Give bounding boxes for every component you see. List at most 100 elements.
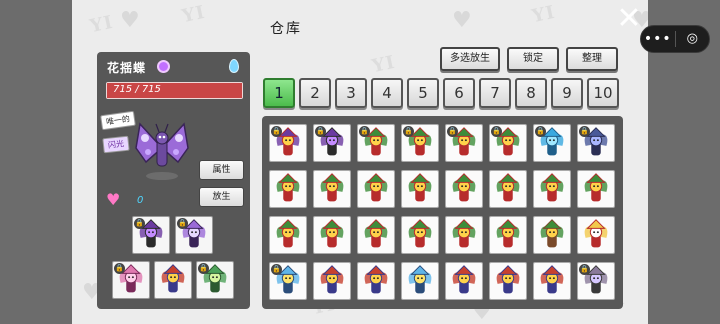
- shiny-badge: 闪光: [102, 135, 130, 154]
- storage-cell[interactable]: [269, 170, 307, 208]
- elf-sprite: [540, 219, 564, 248]
- storage-cell[interactable]: 🔒: [489, 124, 527, 162]
- fox-sprite: [452, 265, 476, 294]
- storage-cell[interactable]: [269, 216, 307, 254]
- storage-cell[interactable]: [489, 262, 527, 300]
- lock-icon: 🔒: [271, 264, 282, 275]
- target-icon[interactable]: ◎: [676, 25, 710, 53]
- lock-icon: 🔒: [579, 126, 590, 137]
- hatgreen-sprite: [452, 219, 476, 248]
- team-slot[interactable]: 🔒: [196, 261, 234, 299]
- hp-bar: 715 / 715: [106, 82, 243, 99]
- storage-cell[interactable]: 🔒: [269, 262, 307, 300]
- hatgreen-sprite: [364, 219, 388, 248]
- fox-sprite: [540, 265, 564, 294]
- lock-icon: 🔒: [359, 126, 370, 137]
- storage-cell[interactable]: 🔒: [445, 124, 483, 162]
- storage-cell[interactable]: [445, 216, 483, 254]
- storage-cell[interactable]: 🔒: [533, 124, 571, 162]
- hatgreen-sprite: [320, 173, 344, 202]
- pokemon-name: 花揺蝶: [107, 61, 147, 75]
- hatgreen-sprite: [408, 173, 432, 202]
- team-slot[interactable]: 🔒: [132, 216, 170, 254]
- storage-cell[interactable]: [445, 170, 483, 208]
- stats-button[interactable]: 属性: [199, 160, 244, 180]
- watermark: YI: [88, 11, 116, 38]
- storage-cell[interactable]: [313, 262, 351, 300]
- mini-program-capsule: ••• ◎: [640, 25, 710, 53]
- lock-button[interactable]: 锁定: [507, 47, 559, 71]
- bluefly-sprite: [408, 265, 432, 294]
- storage-cell[interactable]: [445, 262, 483, 300]
- lock-icon: 🔒: [177, 218, 188, 229]
- storage-cell[interactable]: [401, 170, 439, 208]
- storage-cell[interactable]: [577, 216, 615, 254]
- team-slot[interactable]: 🔒: [112, 261, 150, 299]
- hatgreen-sprite: [496, 173, 520, 202]
- page-title: 仓库: [270, 21, 302, 37]
- storage-cell[interactable]: [489, 170, 527, 208]
- tab-7[interactable]: 7: [479, 78, 511, 108]
- tab-4[interactable]: 4: [371, 78, 403, 108]
- release-button[interactable]: 放生: [199, 187, 244, 207]
- tab-6[interactable]: 6: [443, 78, 475, 108]
- lock-icon: 🔒: [403, 126, 414, 137]
- lock-icon: 🔒: [198, 263, 209, 274]
- storage-cell[interactable]: [313, 170, 351, 208]
- female-icon: [157, 60, 170, 73]
- sort-button[interactable]: 整理: [566, 47, 618, 71]
- tab-9[interactable]: 9: [551, 78, 583, 108]
- watermark: YI: [370, 51, 398, 78]
- storage-cell[interactable]: 🔒: [357, 124, 395, 162]
- storage-cell[interactable]: 🔒: [577, 124, 615, 162]
- hp-text: 715 / 715: [113, 84, 161, 95]
- hatgreen-sprite: [540, 173, 564, 202]
- storage-cell[interactable]: 🔒: [577, 262, 615, 300]
- storage-cell[interactable]: [401, 262, 439, 300]
- tab-10[interactable]: 10: [587, 78, 619, 108]
- tab-1[interactable]: 1: [263, 78, 295, 108]
- hatgreen-sprite: [320, 219, 344, 248]
- watermark: YI: [180, 1, 208, 28]
- fox-sprite: [496, 265, 520, 294]
- hatgreen-sprite: [276, 173, 300, 202]
- hatgreen-sprite: [276, 219, 300, 248]
- water-drop-icon: [229, 59, 239, 73]
- lock-icon: 🔒: [114, 263, 125, 274]
- hatgreen-sprite: [496, 219, 520, 248]
- storage-cell[interactable]: [313, 216, 351, 254]
- fox-sprite: [320, 265, 344, 294]
- lock-icon: 🔒: [271, 126, 282, 137]
- box-tabs: 1 2 3 4 5 6 7 8 9 10: [263, 78, 619, 108]
- lock-icon: 🔒: [579, 264, 590, 275]
- storage-cell[interactable]: [533, 216, 571, 254]
- lock-icon: 🔒: [535, 126, 546, 137]
- watermark: YI: [530, 1, 558, 28]
- storage-cell[interactable]: [357, 216, 395, 254]
- storage-cell[interactable]: [357, 170, 395, 208]
- team-slot[interactable]: 🔒: [175, 216, 213, 254]
- lock-icon: 🔒: [134, 218, 145, 229]
- storage-cell[interactable]: 🔒: [313, 124, 351, 162]
- storage-cell[interactable]: [489, 216, 527, 254]
- fox-sprite: [364, 265, 388, 294]
- storage-cell[interactable]: 🔒: [269, 124, 307, 162]
- tab-8[interactable]: 8: [515, 78, 547, 108]
- storage-cell[interactable]: [401, 216, 439, 254]
- tab-2[interactable]: 2: [299, 78, 331, 108]
- storage-cell[interactable]: 🔒: [401, 124, 439, 162]
- tab-5[interactable]: 5: [407, 78, 439, 108]
- angel-sprite: [584, 219, 608, 248]
- multi-release-button[interactable]: 多选放生: [440, 47, 500, 71]
- lock-icon: 🔒: [491, 126, 502, 137]
- hatgreen-sprite: [584, 173, 608, 202]
- decor-heart-icon: ♥: [120, 8, 140, 33]
- lock-icon: 🔒: [447, 126, 458, 137]
- storage-cell[interactable]: [577, 170, 615, 208]
- storage-cell[interactable]: [533, 170, 571, 208]
- storage-cell[interactable]: [357, 262, 395, 300]
- tab-3[interactable]: 3: [335, 78, 367, 108]
- storage-cell[interactable]: [533, 262, 571, 300]
- more-icon[interactable]: •••: [641, 25, 675, 53]
- team-slot[interactable]: [154, 261, 192, 299]
